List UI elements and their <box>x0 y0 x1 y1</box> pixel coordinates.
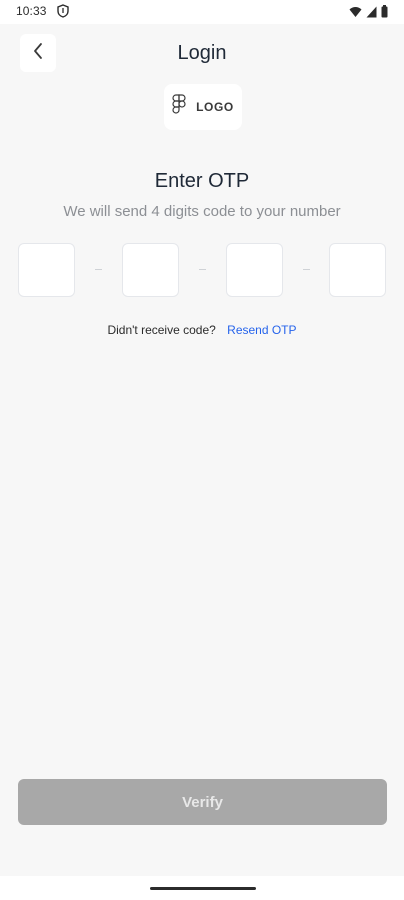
otp-digit-box-4[interactable] <box>329 243 386 297</box>
figma-logo-icon <box>172 94 186 120</box>
page-title: Login <box>177 42 227 64</box>
otp-separator <box>95 269 102 270</box>
resend-row: Didn't receive code? Resend OTP <box>0 323 404 337</box>
home-gesture-handle[interactable] <box>150 887 256 890</box>
shield-icon <box>57 4 69 18</box>
otp-digit-input-4[interactable] <box>330 244 385 296</box>
resend-prompt: Didn't receive code? <box>107 323 216 337</box>
otp-heading: Enter OTP <box>154 170 250 192</box>
otp-input-group <box>18 243 388 299</box>
battery-icon <box>381 5 388 18</box>
login-otp-screen: 10:33 Login LOGO Enter OTP We will send … <box>0 0 404 900</box>
logo-text: LOGO <box>196 100 234 114</box>
status-icons <box>349 5 388 18</box>
status-time: 10:33 <box>16 4 47 18</box>
otp-subtitle: We will send 4 digits code to your numbe… <box>63 203 341 220</box>
verify-button[interactable]: Verify <box>18 779 387 825</box>
otp-digit-input-3[interactable] <box>227 244 282 296</box>
otp-digit-input-2[interactable] <box>123 244 178 296</box>
logo: LOGO <box>164 84 242 130</box>
otp-separator <box>199 269 206 270</box>
otp-digit-box-1[interactable] <box>18 243 75 297</box>
otp-digit-box-3[interactable] <box>226 243 283 297</box>
wifi-icon <box>349 6 362 18</box>
signal-icon <box>366 6 377 18</box>
resend-otp-link[interactable]: Resend OTP <box>227 323 296 337</box>
otp-separator <box>303 269 310 270</box>
system-nav-bar <box>0 876 404 900</box>
otp-digit-input-1[interactable] <box>19 244 74 296</box>
status-bar: 10:33 <box>0 0 404 24</box>
otp-digit-box-2[interactable] <box>122 243 179 297</box>
